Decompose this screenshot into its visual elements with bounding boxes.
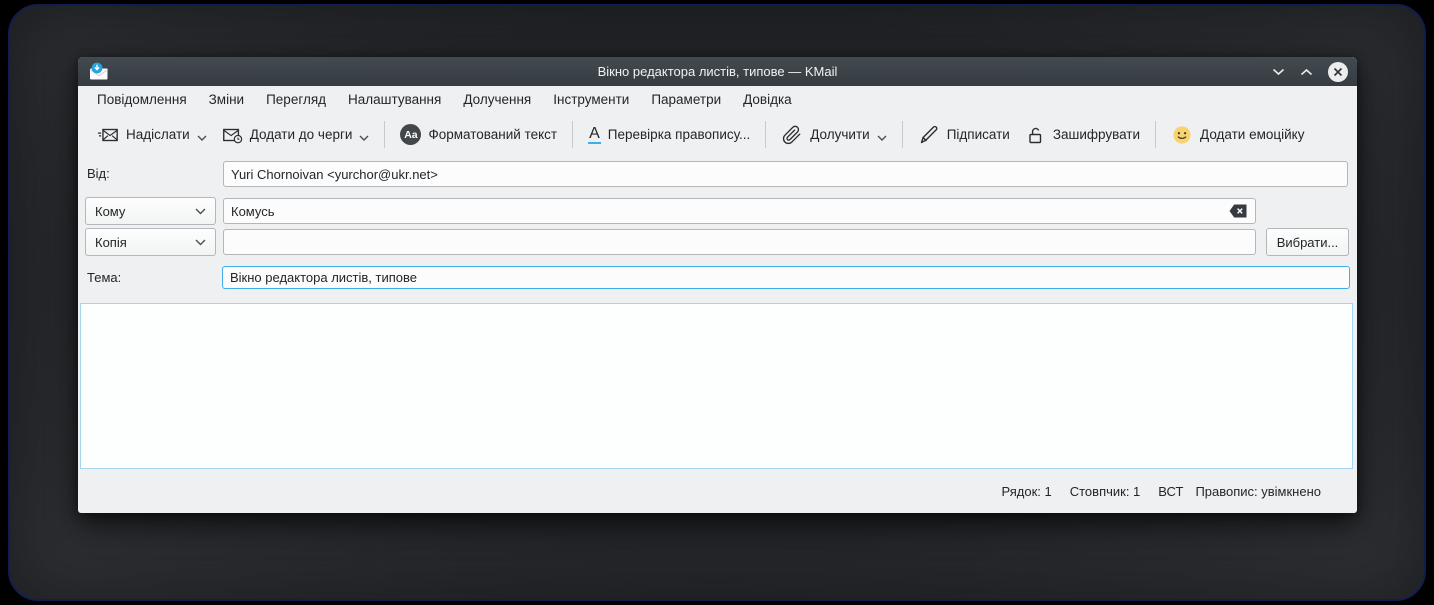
spellcheck-label: Перевірка правопису...: [607, 127, 751, 142]
menu-edit[interactable]: Зміни: [198, 88, 255, 112]
open-lock-icon: [1029, 127, 1042, 143]
emoji-button[interactable]: Додати емоційку: [1164, 119, 1311, 151]
subject-input[interactable]: [222, 266, 1350, 289]
menubar: Повідомлення Зміни Перегляд Налаштування…: [78, 86, 1357, 114]
toolbar-separator: [384, 121, 386, 148]
window-title: Вікно редактора листів, типове — KMail: [597, 64, 838, 79]
clear-field-icon[interactable]: [1229, 204, 1247, 218]
to-selector-value: Кому: [95, 203, 126, 219]
window-controls: [1272, 57, 1348, 86]
menu-view[interactable]: Перегляд: [255, 88, 337, 112]
chevron-down-icon: [877, 135, 887, 141]
queue-mail-icon: [222, 128, 242, 143]
cc-selector-value: Копія: [95, 234, 127, 250]
pen-icon: [920, 125, 938, 143]
encrypt-button[interactable]: Зашифрувати: [1017, 119, 1147, 151]
menu-options[interactable]: Налаштування: [337, 88, 452, 112]
status-spelling: Правопис: увімкнено: [1195, 483, 1321, 499]
emoji-label: Додати емоційку: [1200, 127, 1305, 142]
sign-label: Підписати: [946, 127, 1010, 142]
menu-tools[interactable]: Інструменти: [542, 88, 640, 112]
send-mail-icon: [97, 128, 118, 141]
titlebar[interactable]: Вікно редактора листів, типове — KMail: [78, 57, 1357, 86]
smiley-icon: [1173, 125, 1191, 144]
attach-label: Долучити: [810, 127, 870, 142]
kmail-composer-window: Вікно редактора листів, типове — KMail П…: [78, 57, 1357, 513]
spellcheck-icon: A: [588, 125, 601, 144]
status-insert-mode: ВСТ: [1158, 483, 1184, 499]
spellcheck-button[interactable]: A Перевірка правопису...: [581, 119, 757, 151]
menu-attach[interactable]: Долучення: [452, 88, 542, 112]
minimize-icon[interactable]: [1272, 68, 1285, 76]
menu-message[interactable]: Повідомлення: [86, 88, 198, 112]
toolbar-separator: [1155, 121, 1157, 148]
sign-button[interactable]: Підписати: [911, 119, 1017, 151]
richtext-icon: Aa: [400, 124, 422, 145]
richtext-label: Форматований текст: [428, 127, 558, 142]
menu-help[interactable]: Довідка: [732, 88, 803, 112]
maximize-icon[interactable]: [1300, 68, 1313, 76]
to-recipient-type-select[interactable]: Кому: [85, 197, 216, 225]
select-recipients-button[interactable]: Вибрати...: [1266, 228, 1349, 256]
chevron-down-icon: [195, 208, 206, 214]
from-label: Від:: [87, 166, 110, 181]
paperclip-icon: [783, 125, 801, 144]
toolbar: Надіслати Додати до черги Aa Форматовани…: [78, 114, 1357, 155]
chevron-down-icon: [195, 239, 206, 245]
attach-button[interactable]: Долучити: [774, 119, 893, 151]
richtext-button[interactable]: Aa Форматований текст: [393, 119, 564, 151]
status-column: Стовпчик: 1: [1069, 483, 1141, 499]
send-button[interactable]: Надіслати: [90, 119, 214, 151]
subject-label: Тема:: [87, 270, 122, 285]
cc-input[interactable]: [223, 229, 1256, 255]
from-input[interactable]: [223, 161, 1348, 187]
to-input[interactable]: [223, 198, 1256, 224]
send-label: Надіслати: [126, 127, 190, 142]
toolbar-separator: [765, 121, 767, 148]
close-icon[interactable]: [1328, 61, 1348, 82]
toolbar-separator: [901, 121, 903, 148]
status-line: Рядок: 1: [1001, 483, 1052, 499]
chevron-down-icon: [359, 135, 369, 141]
message-body-editor[interactable]: [80, 303, 1353, 469]
queue-button[interactable]: Додати до черги: [214, 119, 377, 151]
menu-settings[interactable]: Параметри: [640, 88, 732, 112]
queue-label: Додати до черги: [249, 127, 353, 142]
toolbar-separator: [572, 121, 574, 148]
encrypt-label: Зашифрувати: [1052, 127, 1141, 142]
statusbar: Рядок: 1 Стовпчик: 1 ВСТ Правопис: увімк…: [78, 469, 1357, 513]
cc-recipient-type-select[interactable]: Копія: [85, 228, 216, 256]
chevron-down-icon: [197, 135, 207, 141]
